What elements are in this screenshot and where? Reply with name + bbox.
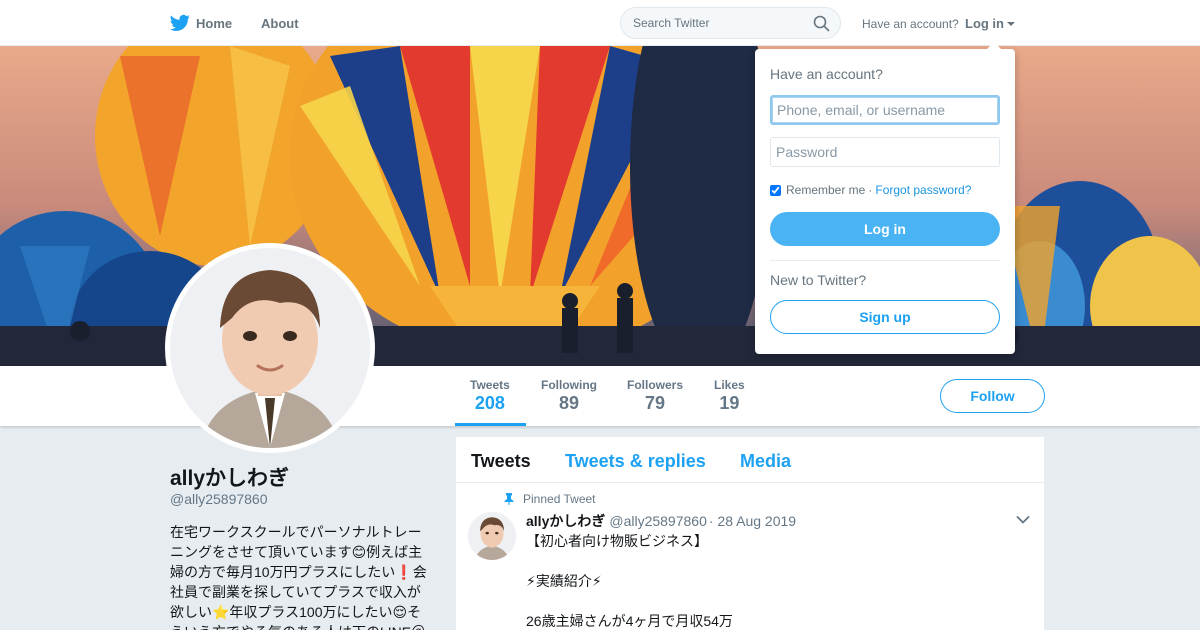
tab-tweets[interactable]: Tweets [471, 451, 531, 472]
separator-dot: · [868, 183, 873, 197]
tab-media[interactable]: Media [740, 451, 791, 472]
stat-tweets[interactable]: Tweets 208 [470, 378, 510, 414]
username-field[interactable] [770, 95, 1000, 125]
active-stat-indicator [455, 423, 526, 426]
nav-home-label: Home [196, 15, 233, 31]
have-account-label: Have an account? [862, 17, 959, 31]
dropdown-title: Have an account? [770, 66, 883, 82]
login-button[interactable]: Log in [770, 212, 1000, 246]
stat-value: 208 [474, 393, 505, 413]
nav-home-link[interactable]: Home [170, 14, 232, 32]
twitter-bird-icon [170, 14, 190, 31]
stat-label: Followers [627, 378, 684, 392]
login-dropdown: Have an account? Remember me · Forgot pa… [755, 42, 1015, 354]
stat-following[interactable]: Following 89 [541, 378, 597, 414]
profile-avatar[interactable] [165, 243, 375, 453]
tweet-text: 【初心者向け物販ビジネス】 ⚡実績紹介⚡ 26歳主婦さんが4ヶ月で月収54万 [526, 533, 733, 629]
dropdown-arrow [987, 42, 1001, 49]
stat-value: 89 [558, 393, 580, 413]
stat-followers[interactable]: Followers 79 [627, 378, 683, 414]
search-icon[interactable] [813, 15, 830, 32]
profile-name: allyかしわぎ [170, 467, 290, 490]
tweet-avatar-illustration [468, 512, 516, 560]
search-box[interactable] [620, 7, 841, 39]
tweet-header: allyかしわぎ @ally25897860 · 28 Aug 2019 [526, 511, 796, 531]
tab-tweets-replies[interactable]: Tweets & replies [565, 451, 706, 472]
tweet-date[interactable]: · 28 Aug 2019 [709, 513, 796, 529]
stat-value: 19 [719, 393, 740, 413]
tweet-author-handle[interactable]: @ally25897860 [609, 513, 707, 529]
remember-me-label[interactable]: Remember me [786, 183, 865, 197]
new-to-twitter-label: New to Twitter? [770, 272, 867, 288]
profile-bio: 在宅ワークスクールでパーソナルトレーニングをさせて頂いています😊例えば主婦の方で… [170, 524, 427, 630]
profile-handle: @ally25897860 [170, 491, 268, 507]
signup-button[interactable]: Sign up [770, 300, 1000, 334]
avatar-illustration [170, 248, 370, 448]
tweet-author-name[interactable]: allyかしわぎ [526, 511, 605, 531]
timeline-tabs: Tweets Tweets & replies Media [456, 437, 1044, 483]
pinned-label-text: Pinned Tweet [523, 492, 596, 506]
follow-button[interactable]: Follow [940, 379, 1045, 413]
remember-me-checkbox[interactable] [770, 184, 781, 196]
search-input[interactable] [633, 16, 803, 30]
stat-likes[interactable]: Likes 19 [714, 378, 745, 414]
timeline: Tweets Tweets & replies Media Pinned Twe… [456, 437, 1044, 630]
password-field[interactable] [770, 137, 1000, 167]
stat-label: Tweets [470, 378, 510, 392]
login-dropdown-toggle[interactable]: Log in [965, 16, 1015, 31]
top-navigation-bar: Home About Have an account? Log in [0, 0, 1200, 46]
caret-down-icon [1007, 21, 1015, 26]
chevron-down-icon[interactable] [1016, 515, 1030, 525]
stat-label: Likes [714, 378, 745, 392]
remember-row: Remember me · Forgot password? [770, 183, 971, 197]
nav-about-link[interactable]: About [261, 16, 299, 31]
pin-icon [504, 493, 514, 505]
dropdown-divider [770, 260, 1000, 261]
login-toggle-label: Log in [965, 16, 1004, 31]
tweet-avatar[interactable] [468, 512, 516, 560]
stat-label: Following [541, 378, 597, 392]
forgot-password-link[interactable]: Forgot password? [875, 183, 971, 197]
stat-value: 79 [644, 393, 666, 413]
pinned-tweet-label: Pinned Tweet [504, 492, 596, 506]
